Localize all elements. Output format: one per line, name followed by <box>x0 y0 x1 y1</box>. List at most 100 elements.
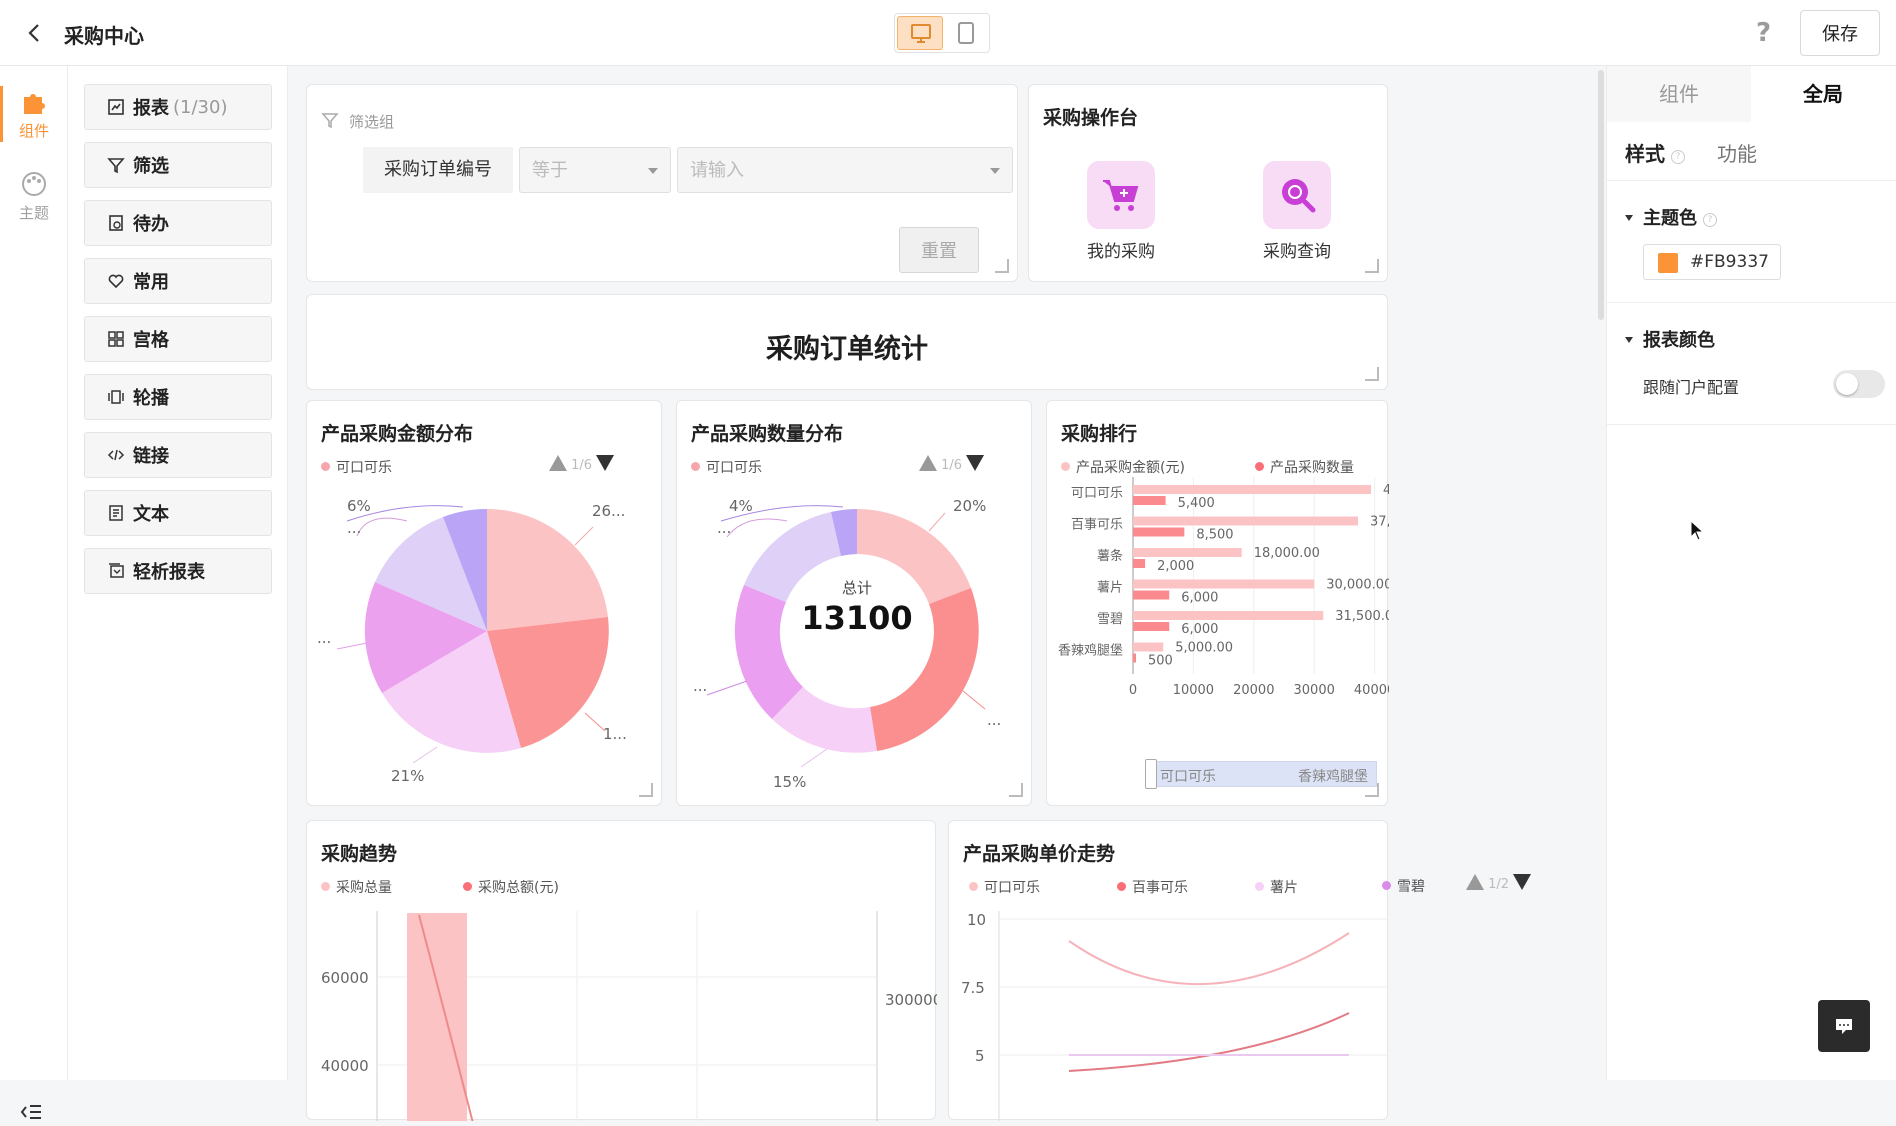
data-zoom-slider[interactable]: 可口可乐 香辣鸡腿堡 <box>1151 761 1377 787</box>
pager-down-icon[interactable] <box>1513 874 1532 890</box>
legend-pager[interactable]: 1/6 <box>919 455 985 473</box>
pager-up-icon[interactable] <box>1466 874 1484 890</box>
legend-pager[interactable]: 1/2 <box>1466 874 1532 892</box>
mobile-icon <box>958 22 974 44</box>
ops-title: 采购操作台 <box>1043 107 1139 129</box>
pager-up-icon[interactable] <box>919 455 937 471</box>
filter-group-label: 筛选组 <box>349 113 395 131</box>
pie-label: 21% <box>391 767 424 785</box>
subtab-function[interactable]: 功能 <box>1717 138 1757 167</box>
divider <box>1607 180 1896 181</box>
component-label: 轮播 <box>133 388 169 409</box>
bar-label-quantity: 5,400 <box>1178 496 1215 511</box>
bar-label-amount: 31,500.00 <box>1335 609 1389 624</box>
color-swatch <box>1658 253 1678 273</box>
chart-legend[interactable]: 可口可乐 <box>321 457 392 477</box>
help-icon: ? <box>1703 213 1717 227</box>
component-filter[interactable]: 筛选 <box>84 142 272 188</box>
bar-label-amount: 30,000.00 <box>1326 578 1389 593</box>
tick-label: 300000 <box>885 991 937 1009</box>
section-report-color[interactable]: 报表颜色 <box>1625 326 1715 352</box>
tab-global[interactable]: 全局 <box>1751 66 1895 122</box>
component-report[interactable]: 报表 (1/30) <box>84 84 272 130</box>
back-icon[interactable] <box>24 22 46 44</box>
pie-slice <box>487 509 608 631</box>
resize-handle[interactable] <box>1365 259 1379 273</box>
mobile-view-button[interactable] <box>943 16 989 50</box>
chart-title: 产品采购数量分布 <box>691 423 844 445</box>
component-link[interactable]: 链接 <box>84 432 272 478</box>
save-button[interactable]: 保存 <box>1800 10 1880 56</box>
pager-down-icon[interactable] <box>966 455 985 471</box>
donut-center-value: 13100 <box>801 599 912 637</box>
pager-down-icon[interactable] <box>596 455 615 471</box>
component-label: 筛选 <box>133 156 169 177</box>
component-light-report[interactable]: 轻析报表 <box>84 548 272 594</box>
mouse-cursor-icon <box>1690 520 1704 541</box>
component-todo[interactable]: 待办 <box>84 200 272 246</box>
component-count: (1/30) <box>173 96 228 118</box>
category-label: 薯条 <box>1097 548 1123 564</box>
resize-handle[interactable] <box>1365 367 1379 381</box>
bar-amount <box>1133 516 1358 526</box>
section-theme-color[interactable]: 主题色? <box>1625 204 1717 230</box>
value-input[interactable]: 请输入 <box>677 147 1013 193</box>
my-purchase-button[interactable] <box>1087 161 1155 229</box>
slider-handle-start[interactable] <box>1145 759 1157 789</box>
tab-component[interactable]: 组件 <box>1607 66 1751 122</box>
quantity-donut-card: 产品采购数量分布 可口可乐 1/6 总计 13100 4% ... 20% ..… <box>676 400 1032 806</box>
pager-up-icon[interactable] <box>549 455 567 471</box>
component-label: 宫格 <box>133 330 169 351</box>
chart-legend-item[interactable]: 雪碧 <box>1382 876 1425 896</box>
operator-select[interactable]: 等于 <box>519 147 671 193</box>
resize-handle[interactable] <box>639 783 653 797</box>
purchase-query-label: 采购查询 <box>1263 242 1331 262</box>
price-line <box>1068 1012 1350 1072</box>
purchase-query-button[interactable] <box>1263 161 1331 229</box>
reset-button[interactable]: 重置 <box>899 227 979 273</box>
resize-handle[interactable] <box>995 259 1009 273</box>
filter-card[interactable]: 筛选组 采购订单编号 等于 请输入 重置 <box>306 84 1018 282</box>
x-tick-label: 40000 <box>1354 683 1389 698</box>
properties-panel: 组件 全局 样式? 功能 主题色? #FB9337 报表颜色 跟随门户配置 <box>1606 66 1896 1080</box>
pie-label: ... <box>347 519 361 537</box>
help-icon[interactable]: ? <box>1756 18 1771 48</box>
component-label: 轻析报表 <box>133 562 205 583</box>
component-text[interactable]: 文本 <box>84 490 272 536</box>
price-line <box>1068 932 1350 985</box>
legend-pager[interactable]: 1/6 <box>549 455 615 473</box>
resize-handle[interactable] <box>1009 783 1023 797</box>
desktop-view-button[interactable] <box>897 16 943 50</box>
chart-legend[interactable]: 可口可乐 <box>691 457 762 477</box>
canvas-scrollbar[interactable] <box>1598 70 1604 320</box>
tick-label: 40000 <box>321 1057 369 1075</box>
todo-icon <box>109 215 123 231</box>
subtab-style[interactable]: 样式? <box>1625 138 1685 167</box>
collapse-sidebar-icon[interactable] <box>20 1102 42 1126</box>
pie-label: 1... <box>603 725 627 743</box>
carousel-icon <box>108 390 124 404</box>
rail-item-components[interactable]: 组件 <box>0 88 68 141</box>
x-tick-label: 30000 <box>1294 683 1335 698</box>
component-common[interactable]: 常用 <box>84 258 272 304</box>
component-carousel[interactable]: 轮播 <box>84 374 272 420</box>
donut-slice <box>744 512 841 602</box>
resize-handle[interactable] <box>1365 783 1379 797</box>
price-trend-chart: 10 7.5 5 <box>961 911 1389 1121</box>
follow-portal-toggle[interactable] <box>1833 370 1885 398</box>
component-label: 链接 <box>133 446 169 467</box>
rail-item-theme[interactable]: 主题 <box>0 170 68 223</box>
stats-title-card: 采购订单统计 <box>306 294 1388 390</box>
divider <box>1607 424 1896 425</box>
bar-amount <box>1133 548 1242 557</box>
heart-icon <box>108 274 124 289</box>
trend-chart: 60000 40000 300000 <box>321 911 937 1121</box>
pie-chart-amount: 6% ... 26... ... 1... 21% <box>317 497 627 785</box>
bar-label-quantity: 6,000 <box>1181 591 1218 606</box>
grid-icon <box>108 331 124 347</box>
pager-text: 1/6 <box>571 458 593 473</box>
x-tick-label: 20000 <box>1233 683 1274 698</box>
chat-button[interactable] <box>1818 1000 1870 1052</box>
theme-color-picker[interactable]: #FB9337 <box>1643 244 1781 280</box>
component-grid[interactable]: 宫格 <box>84 316 272 362</box>
